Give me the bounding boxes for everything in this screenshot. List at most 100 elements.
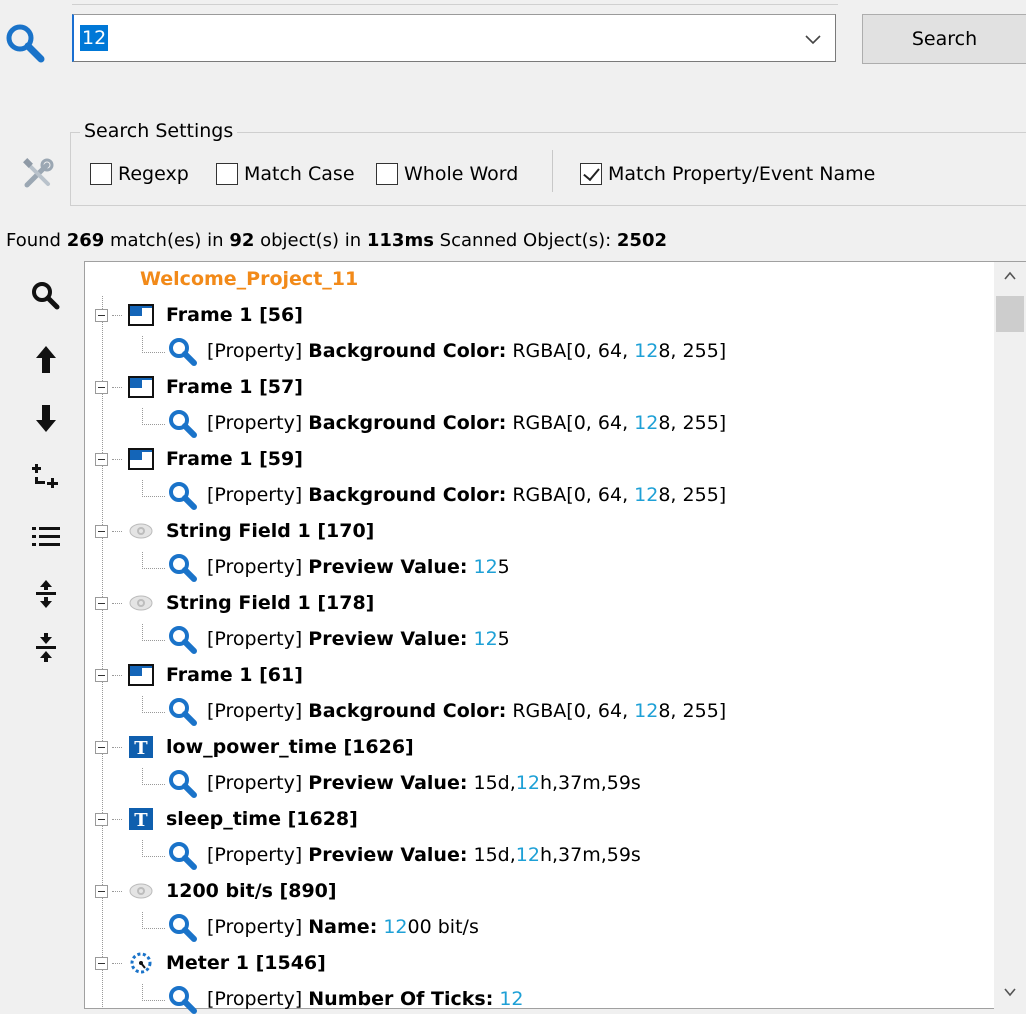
top-divider — [72, 4, 838, 5]
scrollbar[interactable] — [994, 262, 1026, 1009]
property-tag: [Property] — [207, 988, 303, 1010]
property-value-post: 8, 255] — [658, 700, 727, 722]
tree-object-row[interactable]: Meter 1 [1546] — [95, 948, 326, 978]
search-icon[interactable] — [28, 278, 64, 314]
scroll-down-icon[interactable] — [1002, 984, 1018, 1000]
search-query: 12 — [80, 25, 109, 51]
property-value-post: 8, 255] — [658, 412, 727, 434]
tree-connector — [112, 746, 122, 748]
tools-icon[interactable] — [20, 156, 56, 192]
property-tag: [Property] — [207, 916, 303, 938]
match-case-checkbox-box[interactable] — [216, 163, 238, 185]
tree-object-row[interactable]: String Field 1 [178] — [95, 588, 374, 618]
whole-word-checkbox-box[interactable] — [376, 163, 398, 185]
expand-all-icon[interactable] — [28, 458, 64, 494]
tree-property-row[interactable]: [Property] Number Of Ticks: 12 — [142, 983, 524, 1014]
tree-object-row[interactable]: Frame 1 [61] — [95, 660, 303, 690]
status-scanned-count: 2502 — [616, 230, 668, 251]
object-name: Frame 1 [59] — [166, 448, 303, 470]
tree-object-row[interactable]: 1200 bit/s [890] — [95, 876, 337, 906]
arrow-up-icon[interactable] — [28, 342, 64, 378]
tree-property-row[interactable]: [Property] Background Color: RGBA[0, 64,… — [142, 479, 726, 510]
property-name: Name: — [308, 916, 378, 938]
collapse-toggle-icon[interactable] — [95, 596, 108, 610]
property-name: Preview Value: — [308, 772, 468, 794]
property-value-post: h,37m,59s — [539, 772, 641, 794]
collapse-toggle-icon[interactable] — [95, 524, 108, 538]
tree-property-row[interactable]: [Property] Preview Value: 15d, 12 h,37m,59… — [142, 767, 641, 798]
tree-connector — [112, 890, 122, 892]
object-name: Meter 1 [1546] — [166, 952, 326, 974]
property-name: Background Color: — [308, 700, 507, 722]
search-button[interactable]: Search — [862, 14, 1026, 64]
collapse-toggle-icon[interactable] — [95, 956, 108, 970]
frame-icon — [128, 664, 154, 686]
scrollbar-thumb[interactable] — [996, 296, 1024, 332]
list-icon[interactable] — [28, 518, 64, 554]
match-icon — [169, 482, 197, 510]
collapse-toggle-icon[interactable] — [95, 812, 108, 826]
match-property-name-checkbox-box[interactable] — [580, 163, 602, 185]
property-tag: [Property] — [207, 556, 303, 578]
property-value-pre: RGBA[0, 64, — [506, 340, 635, 362]
match-icon — [169, 914, 197, 942]
property-value-post: 5 — [497, 556, 510, 578]
object-name: Frame 1 [61] — [166, 664, 303, 686]
property-value-pre: 15d, — [467, 844, 516, 866]
eye-icon — [128, 880, 154, 902]
collapse-toggle-icon[interactable] — [95, 740, 108, 754]
tree-property-row[interactable]: [Property] Name: 12 00 bit/s — [142, 911, 479, 942]
tree-root[interactable]: Welcome_Project_11 — [140, 268, 358, 290]
arrow-down-icon[interactable] — [28, 400, 64, 436]
property-tag: [Property] — [207, 772, 303, 794]
tree-property-row[interactable]: [Property] Background Color: RGBA[0, 64,… — [142, 695, 727, 726]
tree-object-row[interactable]: Frame 1 [59] — [95, 444, 303, 474]
regexp-label: Regexp — [118, 163, 189, 185]
collapse-toggle-icon[interactable] — [95, 668, 108, 682]
property-tag: [Property] — [207, 700, 303, 722]
property-value-pre: RGBA[0, 64, — [506, 700, 635, 722]
tree-property-row[interactable]: [Property] Preview Value: 12 5 — [142, 623, 510, 654]
tree-connector — [112, 386, 122, 388]
whole-word-checkbox[interactable]: Whole Word — [376, 160, 518, 188]
property-value-post: 00 bit/s — [407, 916, 479, 938]
collapse-toggle-icon[interactable] — [95, 884, 108, 898]
object-name: String Field 1 [170] — [166, 520, 375, 542]
collapse-toggle-icon[interactable] — [95, 452, 108, 466]
match-case-checkbox[interactable]: Match Case — [216, 160, 355, 188]
regexp-checkbox[interactable]: Regexp — [90, 160, 189, 188]
object-name: low_power_time [1626] — [166, 736, 414, 758]
eye-icon — [128, 520, 154, 542]
match-icon — [169, 770, 197, 798]
tree-object-row[interactable]: Tsleep_time [1628] — [95, 804, 358, 834]
property-name: Preview Value: — [308, 844, 468, 866]
regexp-checkbox-box[interactable] — [90, 163, 112, 185]
status-matches-label: match(es) in — [110, 230, 224, 251]
tree-connector — [112, 674, 122, 676]
expand-icon[interactable] — [28, 576, 64, 612]
property-name: Background Color: — [308, 340, 507, 362]
scroll-up-icon[interactable] — [1002, 268, 1018, 284]
chevron-down-icon[interactable] — [803, 29, 823, 49]
match-icon — [169, 338, 197, 366]
tree-object-row[interactable]: Tlow_power_time [1626] — [95, 732, 414, 762]
status-objects-label: object(s) in — [260, 230, 362, 251]
tree-property-row[interactable]: [Property] Background Color: RGBA[0, 64,… — [142, 335, 726, 366]
match-property-name-checkbox[interactable]: Match Property/Event Name — [580, 160, 875, 188]
collapse-toggle-icon[interactable] — [95, 380, 108, 394]
tree-object-row[interactable]: String Field 1 [170] — [95, 516, 374, 546]
eye-icon — [128, 592, 154, 614]
tree-object-row[interactable]: Frame 1 [57] — [95, 372, 303, 402]
tree-property-row[interactable]: [Property] Background Color: RGBA[0, 64,… — [142, 407, 727, 438]
tree-object-row[interactable]: Frame 1 [56] — [95, 300, 303, 330]
tree-property-row[interactable]: [Property] Preview Value: 12 5 — [142, 551, 510, 582]
collapse-toggle-icon[interactable] — [95, 308, 108, 322]
collapse-icon[interactable] — [28, 630, 64, 666]
search-settings-legend: Search Settings — [80, 120, 238, 142]
tree-property-row[interactable]: [Property] Preview Value: 15d, 12 h,37m,59… — [142, 839, 641, 870]
status-time: 113ms — [366, 230, 434, 251]
property-tag: [Property] — [207, 844, 303, 866]
tree-connector — [142, 551, 165, 569]
property-tag: [Property] — [207, 628, 303, 650]
search-input[interactable]: 12 — [72, 14, 836, 62]
